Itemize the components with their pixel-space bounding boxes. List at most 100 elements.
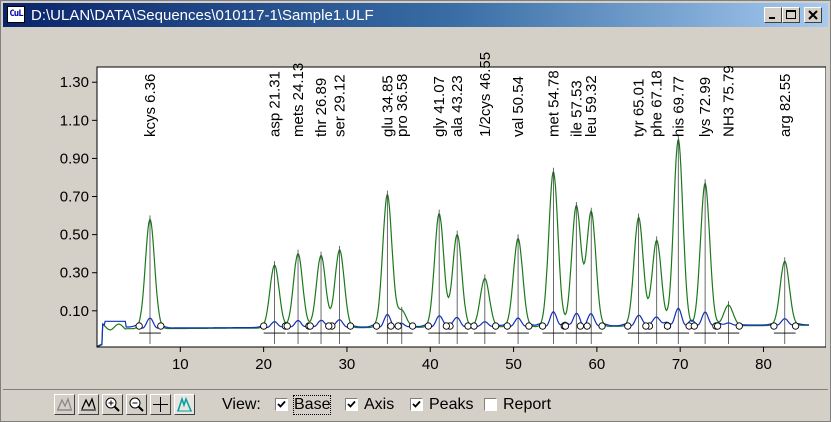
axis-label[interactable]: Axis <box>364 396 394 414</box>
peak-boundary-marker <box>424 322 432 330</box>
peak-boundary-marker <box>713 322 722 330</box>
peak-label: NH3 75.79 <box>720 65 737 137</box>
y-tick-label: 0.10 <box>60 303 89 320</box>
close-button[interactable] <box>804 7 822 23</box>
peak-boundary-marker <box>770 322 778 330</box>
peak-label: asp 21.31 <box>267 71 284 137</box>
zoom-in-icon <box>105 397 120 412</box>
peak-boundary-marker <box>470 322 478 330</box>
peak-boundary-marker <box>642 322 650 330</box>
peak-label: phe 67.18 <box>649 70 666 137</box>
peak-label: 1/2cys 46.55 <box>477 52 494 137</box>
peak-boundary-marker <box>735 322 743 330</box>
peak-boundary-marker <box>538 322 547 330</box>
peak-label: pro 36.58 <box>394 74 411 137</box>
peak-boundary-marker <box>325 322 333 330</box>
x-tick-label: 50 <box>505 356 522 373</box>
y-tick-label: 0.50 <box>60 227 89 244</box>
peak-label: ser 29.12 <box>332 74 349 137</box>
app-icon[interactable]: CuL <box>7 6 25 23</box>
base-checkbox[interactable] <box>275 398 288 411</box>
chromatogram-chart[interactable]: 1.30 1.10 0.90 0.70 0.50 0.30 0.10 10 20 30 40 50 60… <box>5 29 826 385</box>
peaks-checkbox[interactable] <box>410 398 423 411</box>
peak-boundary-marker <box>525 322 533 330</box>
peak-boundary-marker <box>260 322 268 330</box>
peak-boundary-marker <box>372 322 381 330</box>
peak-boundary-marker <box>690 322 698 330</box>
maximize-icon <box>786 10 796 19</box>
peak-label: kcys 6.36 <box>142 74 159 137</box>
y-tick-label: 0.90 <box>60 150 89 167</box>
peak-boundary-marker <box>464 322 472 330</box>
peak-label: his 69.77 <box>670 76 687 137</box>
peak-boundary-marker <box>394 322 402 330</box>
checkmark-icon <box>277 400 286 408</box>
zoom-out-icon <box>129 397 144 412</box>
peak-boundary-marker <box>135 322 143 330</box>
x-tick-label: 80 <box>755 356 772 373</box>
maximize-button[interactable] <box>782 7 800 23</box>
peak-boundary-marker <box>598 322 606 330</box>
peak-label: gly 41.07 <box>431 76 448 137</box>
close-icon <box>808 10 818 20</box>
peak-boundary-marker <box>387 322 395 330</box>
zoom-out-button[interactable] <box>126 394 147 415</box>
peak-boundary-marker <box>503 322 511 330</box>
peak-boundary-marker <box>306 322 314 330</box>
view-toolbar: View: Base Axis Peaks Report <box>3 389 828 420</box>
peak-boundary-marker <box>663 322 672 330</box>
x-tick-label: 10 <box>172 356 189 373</box>
application-window: CuL D:\ULAN\DATA\Sequences\010117-1\Samp… <box>0 0 831 422</box>
x-tick-label: 20 <box>255 356 272 373</box>
baseline-tool-icon <box>177 396 192 412</box>
baseline-tool-button[interactable] <box>174 394 195 415</box>
peak-boundary-marker <box>624 322 632 330</box>
peak-boundary-marker <box>561 322 570 330</box>
x-tick-label: 70 <box>672 356 689 373</box>
checkmark-icon <box>412 400 421 408</box>
axis-checkbox[interactable] <box>345 398 358 411</box>
report-label[interactable]: Report <box>503 396 551 414</box>
checkmark-icon <box>347 400 356 408</box>
peak-label: arg 82.55 <box>777 74 794 137</box>
peak-label: val 50.54 <box>510 76 527 137</box>
peak-boundary-marker <box>157 322 165 330</box>
peak-boundary-marker <box>492 322 500 330</box>
zoom-fit-icon <box>57 397 72 411</box>
base-label[interactable]: Base <box>292 395 332 415</box>
view-label: View: <box>222 396 261 413</box>
x-tick-label: 40 <box>422 356 439 373</box>
peak-boundary-marker <box>442 322 450 330</box>
x-tick-label: 30 <box>339 356 356 373</box>
peak-boundary-marker <box>408 322 417 330</box>
peak-boundary-marker <box>283 322 291 330</box>
x-tick-label: 60 <box>589 356 606 373</box>
zoom-fit-button[interactable] <box>54 394 75 415</box>
crosshair-button[interactable] <box>150 394 171 415</box>
peaks-label[interactable]: Peaks <box>429 396 473 414</box>
peak-label: tyr 65.01 <box>631 79 648 137</box>
peak-label: leu 59.32 <box>583 75 600 137</box>
zoom-auto-button[interactable] <box>78 394 99 415</box>
minimize-button[interactable] <box>764 7 782 23</box>
peak-zoom-icon <box>81 397 96 411</box>
peak-label: met 54.78 <box>545 70 562 137</box>
peak-boundary-marker <box>576 322 585 330</box>
minimize-icon <box>769 17 775 19</box>
y-tick-label: 1.10 <box>60 112 89 129</box>
peak-label: lys 72.99 <box>697 77 714 137</box>
window-title: D:\ULAN\DATA\Sequences\010117-1\Sample1.… <box>31 7 374 24</box>
title-bar[interactable]: CuL D:\ULAN\DATA\Sequences\010117-1\Samp… <box>3 3 828 27</box>
peak-boundary-marker <box>583 322 591 330</box>
peak-label: ala 43.23 <box>449 75 466 137</box>
chromatogram-panel: 1.30 1.10 0.90 0.70 0.50 0.30 0.10 10 20 30 40 50 60… <box>5 29 826 385</box>
peak-label: mets 24.13 <box>290 63 307 137</box>
report-checkbox[interactable] <box>484 398 497 411</box>
peak-label: thr 26.89 <box>313 78 330 137</box>
y-tick-label: 1.30 <box>60 74 89 91</box>
peak-boundary-marker <box>791 322 800 330</box>
y-tick-label: 0.70 <box>60 189 89 206</box>
peak-boundary-marker <box>346 322 355 330</box>
zoom-in-button[interactable] <box>102 394 123 415</box>
y-tick-label: 0.30 <box>60 265 89 282</box>
